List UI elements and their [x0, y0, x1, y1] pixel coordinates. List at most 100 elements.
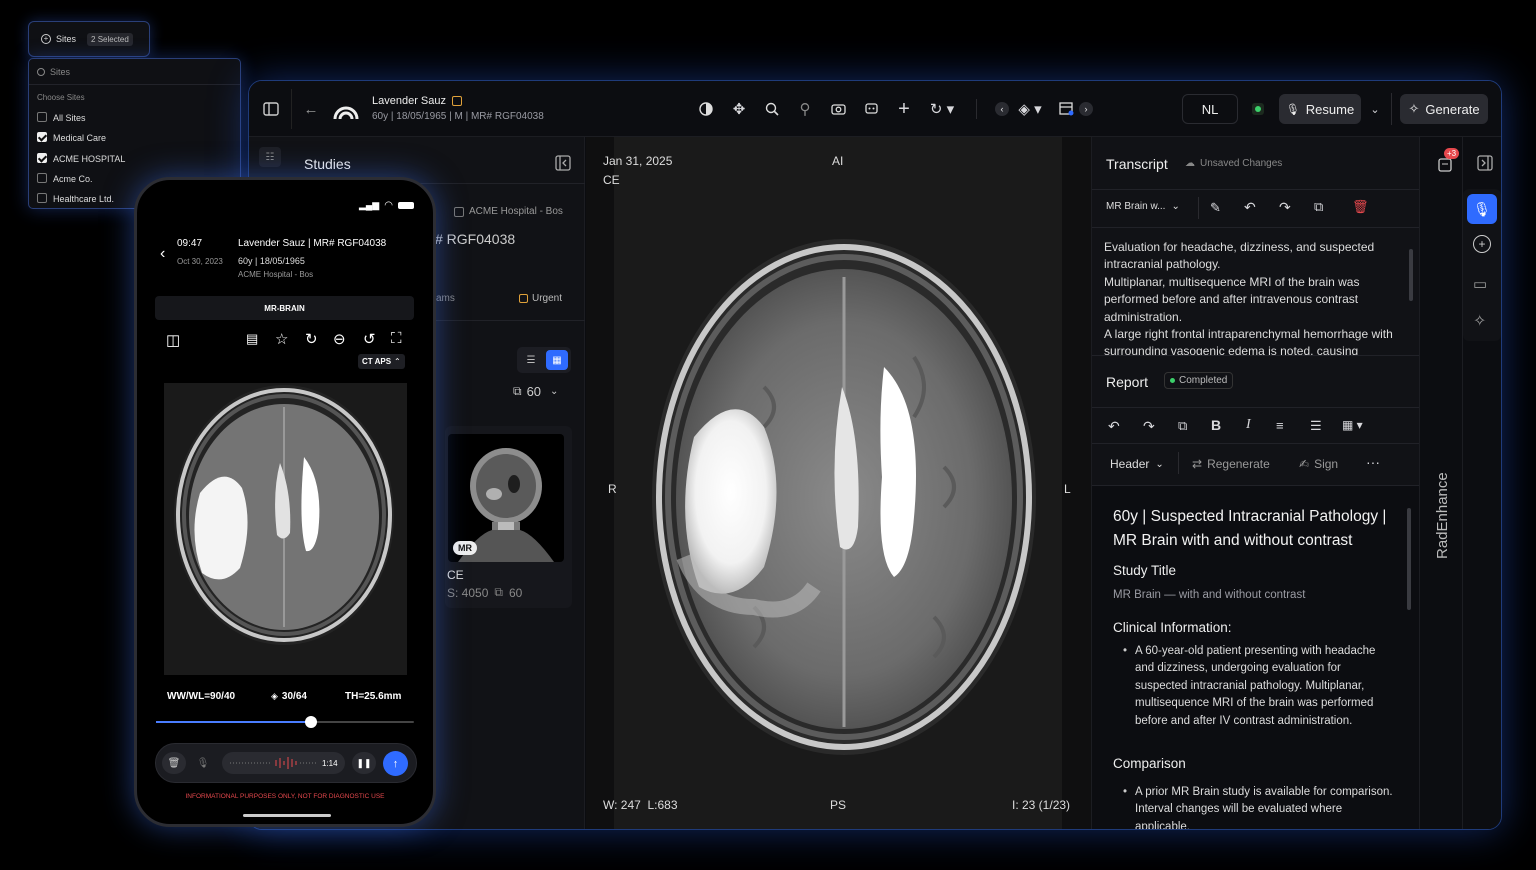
phone-fullscreen-icon[interactable]: ⛶ [391, 330, 402, 347]
generate-button[interactable]: ✧ Generate [1400, 94, 1488, 124]
urgent-label: Urgent [532, 293, 563, 304]
resume-button[interactable]: 🎙︎ Resume [1279, 94, 1361, 124]
report-body[interactable]: 60y | Suspected Intracranial Pathology |… [1092, 486, 1420, 829]
patient-meta: 60y | 18/05/1965 | M | MR# RGF04038 [372, 111, 544, 122]
more-options-icon[interactable]: ··· [1366, 454, 1380, 470]
patient-flag-icon[interactable] [452, 96, 462, 106]
image-count-dropdown[interactable]: ⧉ 60 ⌄ [513, 384, 558, 399]
section-dropdown[interactable]: Header ⌄ [1110, 457, 1164, 471]
divider [1092, 443, 1420, 444]
back-arrow-icon[interactable]: ← [301, 99, 321, 119]
phone-study-label[interactable]: MR-BRAIN [155, 296, 414, 320]
phone-layout-icon[interactable]: ◫ [166, 331, 180, 349]
layout-grid-icon[interactable] [1055, 99, 1077, 119]
phone-date: Oct 30, 2023 [177, 257, 223, 266]
image-viewer[interactable]: Jan 31, 2025 CE AI R L W: 247 L:683 PS I… [586, 137, 1091, 829]
divider [1178, 452, 1179, 474]
bold-icon[interactable]: B [1211, 417, 1221, 433]
grid-view-toggle-icon[interactable]: ▦ [546, 350, 568, 370]
template-dropdown[interactable]: MR Brain w... ⌄ [1106, 201, 1180, 212]
site-option-acme-hospital[interactable]: ACME HOSPITAL [37, 153, 125, 164]
resume-dropdown-chevron-icon[interactable]: ⌄ [1365, 99, 1385, 119]
phone-reset-icon[interactable]: ↺ [363, 330, 376, 348]
phone-mic-icon[interactable]: 🎙︎ [191, 752, 215, 774]
phone-minus-icon[interactable]: ⊖ [333, 330, 346, 348]
bullet-list-icon[interactable]: ☰ [1310, 418, 1322, 434]
camera-icon[interactable] [828, 99, 848, 119]
contrast-icon[interactable] [696, 99, 716, 119]
prev-series-icon[interactable]: ‹ [995, 102, 1009, 116]
list-view-icon[interactable]: ☷ [259, 147, 281, 167]
site-option-all[interactable]: All Sites [37, 112, 86, 123]
sites-search-row[interactable]: Sites [29, 59, 240, 85]
phone-star-icon[interactable]: ☆ [275, 330, 288, 348]
phone-slice: 30/64 [281, 691, 307, 702]
checkbox[interactable] [37, 193, 47, 203]
link-icon[interactable]: ⚲ [795, 99, 815, 119]
rotate-icon[interactable]: ↻ ▾ [927, 99, 957, 119]
ai-add-icon[interactable]: + [1473, 235, 1491, 253]
transcript-text[interactable]: Evaluation for headache, dizziness, and … [1104, 239, 1402, 355]
list-view-toggle-icon[interactable]: ☰ [520, 350, 542, 370]
collapse-right-icon[interactable] [1477, 155, 1493, 176]
site-option-healthcare[interactable]: Healthcare Ltd. [37, 193, 114, 204]
redo-icon[interactable]: ↷ [1279, 199, 1291, 216]
regenerate-button[interactable]: ⇄ Regenerate [1192, 457, 1270, 471]
series-card[interactable]: MR CE S: 4050 ⧉ 60 [445, 426, 572, 608]
site-option-acme-co[interactable]: Acme Co. [37, 173, 93, 184]
add-plus-icon[interactable]: + [894, 98, 914, 120]
sites-search-input[interactable]: Sites [50, 67, 70, 77]
table-insert-icon[interactable]: ▦ ▾ [1342, 418, 1363, 432]
phone-report-icon[interactable]: ▤ [246, 331, 258, 347]
phone-home-indicator [243, 814, 331, 817]
magic-sparkle-icon[interactable]: ✧ [1473, 311, 1486, 331]
sidebar-toggle-icon[interactable] [261, 99, 281, 119]
delete-trash-icon[interactable]: 🗑︎ [1352, 199, 1369, 215]
chat-comment-icon[interactable]: ▭ [1473, 275, 1487, 293]
clinical-info-label: Clinical Information: [1113, 620, 1232, 635]
layers-icon[interactable]: ◈ ▾ [1015, 99, 1045, 119]
report-scrollbar[interactable] [1407, 508, 1411, 610]
sites-filter-chip[interactable]: + Sites 2 Selected [28, 21, 150, 57]
site-option-label: Acme Co. [53, 174, 93, 184]
mri-brain-image [652, 239, 1036, 755]
zoom-search-icon[interactable] [762, 99, 782, 119]
orientation-left-marker: R [608, 482, 617, 496]
phone-patient-meta: 60y | 18/05/1965 [238, 256, 305, 266]
phone-back-icon[interactable]: ‹ [160, 245, 165, 263]
site-option-label: All Sites [53, 113, 86, 123]
phone-pause-icon[interactable]: ❚❚ [352, 752, 376, 774]
phone-slice-slider[interactable] [156, 716, 414, 728]
report-redo-icon[interactable]: ↷ [1143, 418, 1155, 435]
phone-series-toggle[interactable]: CT APS ⌃ [358, 354, 405, 369]
phone-disclaimer: INFORMATIONAL PURPOSES ONLY, NOT FOR DIA… [185, 793, 385, 800]
site-option-medical-care[interactable]: Medical Care [37, 132, 106, 143]
collapse-panel-icon[interactable] [555, 155, 571, 176]
checkbox-checked[interactable] [37, 132, 47, 142]
phone-rotate-icon[interactable]: ↻ [305, 330, 318, 348]
phone-trash-icon[interactable]: 🗑︎ [162, 752, 186, 774]
report-copy-icon[interactable]: ⧉ [1178, 418, 1187, 434]
checkbox-checked[interactable] [37, 153, 47, 163]
transcript-scrollbar[interactable] [1409, 249, 1413, 301]
report-undo-icon[interactable]: ↶ [1108, 418, 1120, 435]
phone-viewport[interactable] [164, 383, 407, 675]
cellular-signal-icon: ▂▄▆ [359, 200, 380, 210]
pan-move-icon[interactable]: ✥ [729, 99, 749, 119]
italic-icon[interactable]: I [1246, 417, 1251, 433]
phone-send-icon[interactable]: ↑ [383, 751, 408, 776]
slider-thumb[interactable] [304, 716, 317, 728]
dictation-microphone-icon[interactable]: 🎙︎ [1467, 194, 1497, 224]
checkbox[interactable] [37, 112, 47, 122]
next-series-icon[interactable]: › [1079, 102, 1093, 116]
clean-wand-icon[interactable]: ✎ [1210, 200, 1221, 216]
chevron-down-icon: ⌄ [1171, 201, 1180, 212]
copy-icon[interactable]: ⧉ [1314, 199, 1323, 215]
ai-assistant-icon[interactable] [861, 99, 881, 119]
undo-icon[interactable]: ↶ [1244, 199, 1256, 216]
language-button[interactable]: NL [1182, 94, 1238, 124]
sign-button[interactable]: ✍︎ Sign [1299, 457, 1338, 471]
viewport-image-area[interactable] [614, 137, 1062, 829]
checkbox[interactable] [37, 173, 47, 183]
align-left-icon[interactable]: ≡ [1276, 418, 1284, 433]
